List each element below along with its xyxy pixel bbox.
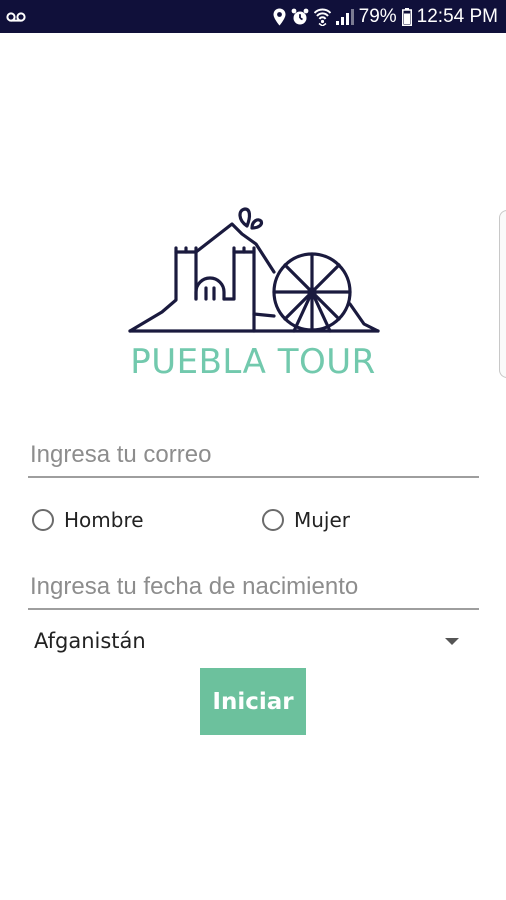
radio-button-mujer[interactable]	[262, 509, 284, 531]
battery-percent: 79%	[358, 6, 397, 27]
iniciar-button[interactable]: Iniciar	[200, 668, 306, 735]
email-input[interactable]	[28, 438, 481, 472]
battery-icon	[401, 7, 412, 26]
radio-label-hombre: Hombre	[64, 508, 144, 532]
radio-mujer[interactable]: Mujer	[262, 508, 350, 532]
radio-label-mujer: Mujer	[294, 508, 351, 532]
dropdown-arrow-icon	[445, 637, 459, 645]
radio-button-hombre[interactable]	[32, 509, 54, 531]
country-selected-value: Afganistán	[34, 629, 146, 653]
birthdate-input[interactable]	[28, 570, 481, 604]
signal-icon	[335, 9, 354, 25]
status-bar: 79% 12:54 PM	[0, 0, 506, 33]
country-dropdown[interactable]: Afganistán	[28, 622, 479, 660]
wifi-icon	[313, 8, 331, 26]
location-icon	[273, 8, 286, 25]
voicemail-icon	[6, 11, 26, 22]
alarm-icon	[291, 8, 309, 24]
clock-time: 12:54 PM	[416, 6, 498, 27]
brand-name: PUEBLA TOUR	[130, 342, 376, 382]
birthdate-field[interactable]	[28, 570, 481, 610]
email-field[interactable]	[28, 438, 481, 478]
puebla-tour-logo	[128, 207, 380, 333]
radio-hombre[interactable]: Hombre	[32, 508, 144, 532]
